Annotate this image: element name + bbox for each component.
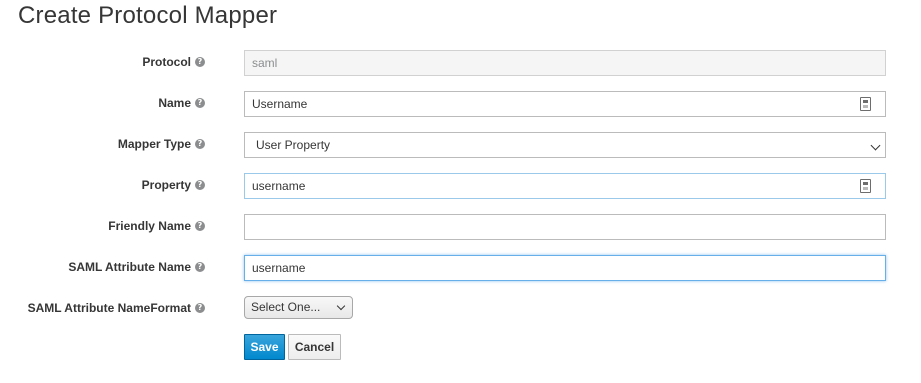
mapper-type-label-group: Mapper Type ? <box>118 130 205 158</box>
chevron-down-icon <box>870 140 881 151</box>
name-label-group: Name ? <box>158 89 205 117</box>
help-icon[interactable]: ? <box>195 180 205 190</box>
form-row-friendly-name: Friendly Name ? <box>0 212 921 240</box>
form-row-mapper-type: Mapper Type ? User Property <box>0 130 921 158</box>
name-value: Username <box>252 97 308 111</box>
saml-attribute-nameformat-select[interactable]: Select One... <box>244 296 353 319</box>
name-input[interactable]: Username <box>244 91 886 117</box>
help-icon[interactable]: ? <box>195 262 205 272</box>
form-row-property: Property ? username <box>0 171 921 199</box>
saml-attribute-nameformat-label-group: SAML Attribute NameFormat ? <box>28 294 205 322</box>
mapper-type-value: User Property <box>256 138 331 152</box>
saml-attribute-name-input[interactable]: username <box>244 255 886 281</box>
protocol-label-group: Protocol ? <box>142 48 205 76</box>
saml-attribute-name-label: SAML Attribute Name <box>68 260 191 274</box>
saml-attribute-nameformat-label: SAML Attribute NameFormat <box>27 301 191 315</box>
clipboard-icon[interactable] <box>860 179 871 193</box>
form-row-protocol: Protocol ? saml <box>0 48 921 76</box>
saml-attribute-name-label-group: SAML Attribute Name ? <box>68 253 205 281</box>
form-row-name: Name ? Username <box>0 89 921 117</box>
clipboard-icon[interactable] <box>860 97 871 111</box>
saml-attribute-name-value: username <box>252 261 306 275</box>
friendly-name-label-group: Friendly Name ? <box>108 212 205 240</box>
cancel-button[interactable]: Cancel <box>288 334 341 360</box>
protocol-label: Protocol <box>142 55 191 69</box>
page-title: Create Protocol Mapper <box>18 2 278 29</box>
help-icon[interactable]: ? <box>195 57 205 67</box>
save-button[interactable]: Save <box>244 334 285 360</box>
protocol-value: saml <box>252 56 278 70</box>
form-row-saml-attribute-nameformat: SAML Attribute NameFormat ? Select One..… <box>0 294 921 322</box>
property-label-group: Property ? <box>142 171 205 199</box>
friendly-name-input[interactable] <box>244 214 886 240</box>
help-icon[interactable]: ? <box>195 221 205 231</box>
form-row-saml-attribute-name: SAML Attribute Name ? username <box>0 253 921 281</box>
protocol-field: saml <box>244 50 886 76</box>
help-icon[interactable]: ? <box>195 139 205 149</box>
mapper-type-select[interactable]: User Property <box>244 132 886 158</box>
mapper-type-label: Mapper Type <box>117 137 191 151</box>
friendly-name-label: Friendly Name <box>108 219 191 233</box>
name-label: Name <box>158 96 191 110</box>
help-icon[interactable]: ? <box>195 303 205 313</box>
property-value: username <box>252 179 306 193</box>
help-icon[interactable]: ? <box>195 98 205 108</box>
chevron-down-icon <box>336 301 346 311</box>
saml-attribute-nameformat-value: Select One... <box>251 300 321 314</box>
property-input[interactable]: username <box>244 173 886 199</box>
property-label: Property <box>141 178 191 192</box>
